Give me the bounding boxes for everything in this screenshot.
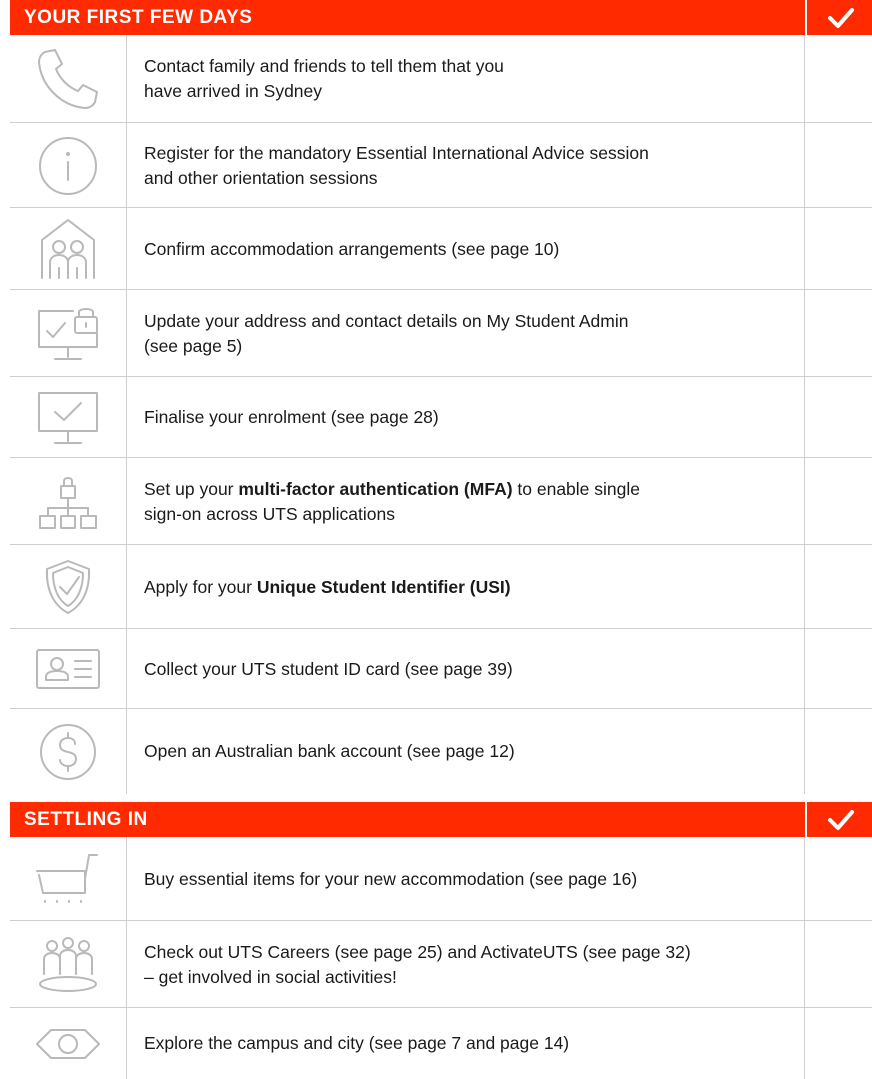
checkbox-cell[interactable] — [805, 35, 872, 123]
item-text-line2: and other orientation sessions — [144, 167, 378, 188]
checklist-row: Contact family and friends to tell them … — [10, 35, 872, 123]
section-title: SETTLING IN — [10, 802, 805, 837]
id-card-icon — [36, 649, 100, 689]
checkbox-cell[interactable] — [805, 709, 872, 794]
cart-icon — [36, 854, 98, 903]
item-text: Confirm accommodation arrangements (see … — [144, 238, 560, 259]
checkbox-cell[interactable] — [805, 208, 872, 290]
item-text-bold: multi-factor authentication (MFA) — [238, 478, 513, 499]
checkmark-icon — [828, 8, 854, 28]
section-header-first-few-days: YOUR FIRST FEW DAYS — [10, 0, 872, 35]
checklist-row: Register for the mandatory Essential Int… — [10, 123, 872, 208]
checkbox-cell[interactable] — [805, 545, 872, 629]
monitor-lock-icon — [38, 307, 98, 360]
item-text-line2: (see page 5) — [144, 335, 243, 356]
checklist-row: Confirm accommodation arrangements (see … — [10, 208, 872, 290]
checklist-row: Update your address and contact details … — [10, 290, 872, 377]
item-text: Apply for your — [144, 576, 257, 597]
item-text: Finalise your enrolment (see page 28) — [144, 407, 439, 427]
phone-icon — [38, 49, 98, 109]
item-text: Collect your UTS student ID card (see pa… — [144, 658, 513, 679]
item-text: Register for the mandatory Essential Int… — [144, 142, 649, 163]
info-icon — [39, 136, 97, 195]
eye-icon — [36, 1028, 100, 1059]
checklist-row: Collect your UTS student ID card (see pa… — [10, 629, 872, 709]
shield-check-icon — [45, 560, 91, 614]
item-text: Check out UTS Careers (see page 25) and … — [144, 941, 691, 962]
checklist-row: Buy essential items for your new accommo… — [10, 837, 872, 921]
network-lock-icon — [39, 476, 97, 529]
item-text: Contact family and friends to tell them … — [144, 56, 504, 76]
checklist-row: Open an Australian bank account (see pag… — [10, 709, 872, 794]
section-title: YOUR FIRST FEW DAYS — [10, 0, 805, 35]
item-text-post: to enable single — [512, 478, 640, 499]
item-text: Update your address and contact details … — [144, 310, 629, 331]
checkbox-cell[interactable] — [805, 458, 872, 545]
item-text-line2: – get involved in social activities! — [144, 966, 397, 987]
checkbox-cell[interactable] — [805, 837, 872, 921]
checkmark-icon — [828, 810, 854, 830]
group-icon — [39, 936, 97, 992]
checklist-row: Set up your multi-factor authentication … — [10, 458, 872, 545]
header-check-column — [807, 0, 872, 35]
checklist-row: Apply for your Unique Student Identifier… — [10, 545, 872, 629]
checkbox-cell[interactable] — [805, 629, 872, 709]
monitor-check-icon — [38, 391, 98, 444]
section-header-settling-in: SETTLING IN — [10, 802, 872, 837]
dollar-icon — [40, 723, 96, 780]
checkbox-cell[interactable] — [805, 290, 872, 377]
checkbox-cell[interactable] — [805, 123, 872, 208]
checklist-row: Finalise your enrolment (see page 28) — [10, 377, 872, 458]
checkbox-cell[interactable] — [805, 377, 872, 458]
checklist-row: Explore the campus and city (see page 7 … — [10, 1008, 872, 1079]
checkbox-cell[interactable] — [805, 921, 872, 1008]
header-check-column — [807, 802, 872, 837]
item-text-line2: have arrived in Sydney — [144, 81, 323, 101]
item-text-line2: sign-on across UTS applications — [144, 503, 395, 524]
item-text-bold: Unique Student Identifier (USI) — [256, 576, 511, 597]
item-text: Explore the campus and city (see page 7 … — [144, 1033, 570, 1053]
house-people-icon — [41, 219, 95, 279]
checkbox-cell[interactable] — [805, 1008, 872, 1079]
item-text: Open an Australian bank account (see pag… — [144, 741, 515, 761]
item-text: Buy essential items for your new accommo… — [144, 868, 638, 889]
checklist-row: Check out UTS Careers (see page 25) and … — [10, 921, 872, 1008]
item-text: Set up your — [144, 478, 239, 499]
